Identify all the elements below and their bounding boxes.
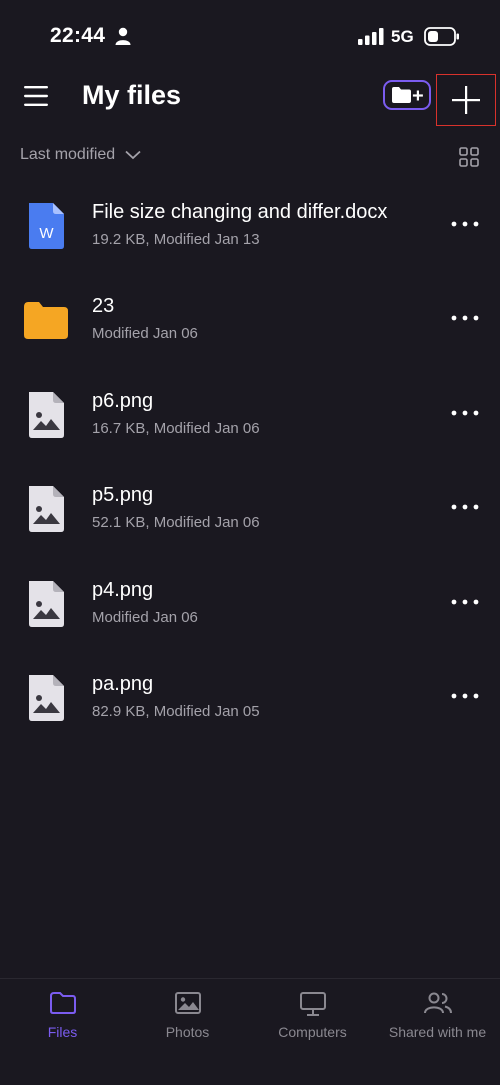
nav-shared-with-me[interactable]: Shared with me	[375, 979, 500, 1085]
file-name: p4.png	[92, 578, 154, 601]
word-icon-letter: W	[39, 225, 54, 242]
menu-icon[interactable]	[24, 84, 48, 108]
more-options-icon[interactable]	[450, 502, 480, 512]
file-row[interactable]: 23 Modified Jan 06	[0, 261, 500, 355]
file-row[interactable]: p6.png 16.7 KB, Modified Jan 06	[0, 356, 500, 450]
file-name: pa.png	[92, 672, 154, 695]
file-row[interactable]: p4.png Modified Jan 06	[0, 545, 500, 639]
monitor-icon	[299, 992, 326, 1016]
file-name: p5.png	[92, 484, 154, 507]
new-folder-button[interactable]	[383, 80, 431, 110]
file-meta: 82.9 KB, Modified Jan 05	[92, 702, 260, 720]
file-name: p6.png	[92, 389, 154, 412]
file-meta: Modified Jan 06	[92, 608, 198, 626]
nav-photos[interactable]: Photos	[125, 979, 250, 1085]
battery-icon	[424, 27, 459, 46]
file-meta: 16.7 KB, Modified Jan 06	[92, 419, 260, 437]
image-file-icon	[29, 486, 64, 533]
network-type: 5G	[391, 27, 414, 46]
file-row[interactable]: pa.png 82.9 KB, Modified Jan 05	[0, 639, 500, 733]
word-document-icon: W	[29, 203, 64, 249]
file-meta: 19.2 KB, Modified Jan 13	[92, 231, 260, 248]
image-file-icon	[29, 580, 64, 627]
nav-computers[interactable]: Computers	[250, 979, 375, 1085]
folder-plus-icon	[392, 87, 423, 103]
status-time: 22:44	[50, 24, 106, 47]
sort-label: Last modified	[20, 146, 116, 163]
bottom-nav: Files Photos Computers Shared with me	[0, 978, 500, 1085]
file-meta: Modified Jan 06	[92, 325, 198, 343]
folder-icon	[24, 302, 68, 340]
nav-label: Photos	[165, 1024, 210, 1040]
plus-icon	[452, 86, 480, 114]
nav-label: Shared with me	[388, 1024, 487, 1040]
nav-label: Files	[47, 1024, 78, 1040]
photo-icon	[174, 992, 201, 1014]
person-icon	[115, 27, 131, 45]
folder-icon	[49, 992, 76, 1014]
file-name: File size changing and differ.docx	[92, 201, 388, 223]
more-options-icon[interactable]	[450, 597, 480, 607]
more-options-icon[interactable]	[450, 408, 480, 418]
status-bar: 22:44 5G	[0, 0, 500, 70]
file-row[interactable]: W File size changing and differ.docx 19.…	[0, 167, 500, 261]
nav-label: Computers	[278, 1024, 347, 1040]
file-meta: 52.1 KB, Modified Jan 06	[92, 514, 260, 532]
more-options-icon[interactable]	[450, 313, 480, 323]
signal-icon	[358, 28, 384, 45]
file-name: 23	[92, 295, 115, 318]
file-list: W File size changing and differ.docx 19.…	[0, 167, 500, 733]
nav-files[interactable]: Files	[0, 979, 125, 1085]
more-options-icon[interactable]	[450, 219, 480, 229]
chevron-down-icon	[125, 150, 141, 160]
image-file-icon	[29, 674, 64, 721]
page-title: My files	[82, 80, 182, 110]
grid-view-icon[interactable]	[459, 147, 479, 167]
more-options-icon[interactable]	[450, 691, 480, 701]
file-row[interactable]: p5.png 52.1 KB, Modified Jan 06	[0, 450, 500, 544]
sort-selector[interactable]: Last modified	[20, 146, 141, 164]
add-button[interactable]	[436, 74, 496, 126]
people-icon	[423, 992, 452, 1014]
image-file-icon	[29, 391, 64, 438]
